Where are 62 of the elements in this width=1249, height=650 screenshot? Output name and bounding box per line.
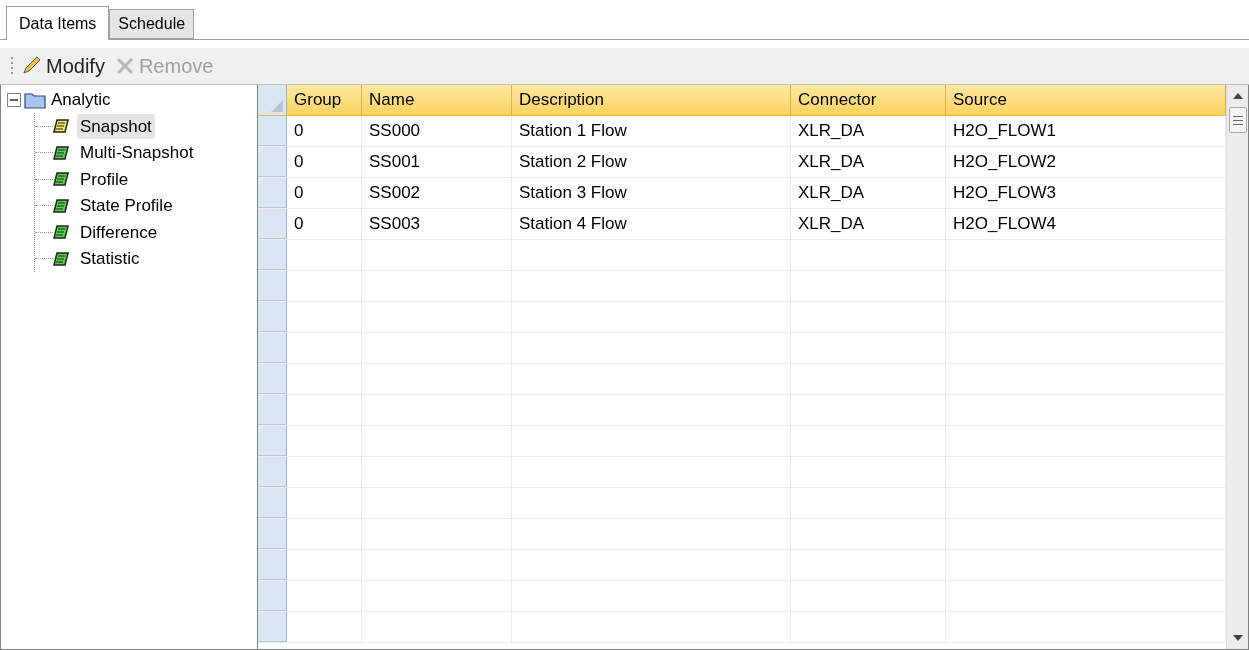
scroll-icon [53, 251, 69, 266]
row-header[interactable] [258, 147, 287, 177]
table-cell: SS000 [362, 116, 512, 146]
row-header[interactable] [258, 116, 287, 146]
collapse-toggle-icon[interactable] [7, 93, 21, 107]
table-cell: 0 [287, 116, 362, 146]
table-cell: XLR_DA [791, 209, 946, 239]
scroll-icon [53, 172, 69, 187]
row-header[interactable] [258, 333, 287, 363]
tab[interactable]: Schedule [109, 9, 195, 39]
row-header[interactable] [258, 519, 287, 549]
folder-icon [24, 91, 46, 109]
row-header[interactable] [258, 240, 287, 270]
table-cell: XLR_DA [791, 147, 946, 177]
table-cell: 0 [287, 147, 362, 177]
row-header[interactable] [258, 395, 287, 425]
grip-icon [10, 55, 14, 77]
tree-item[interactable]: Difference [77, 219, 161, 245]
tree-item[interactable]: Multi-Snapshot [77, 140, 197, 166]
row-header[interactable] [258, 550, 287, 580]
column-header[interactable]: Group [287, 85, 362, 115]
table-cell: XLR_DA [791, 178, 946, 208]
scroll-icon [53, 225, 69, 240]
table-cell: Station 4 Flow [512, 209, 791, 239]
table-cell: SS003 [362, 209, 512, 239]
column-header[interactable]: Name [362, 85, 512, 115]
table-cell: 0 [287, 178, 362, 208]
row-header[interactable] [258, 457, 287, 487]
scroll-thumb-icon[interactable] [1228, 107, 1247, 133]
pencil-icon [20, 55, 42, 77]
table-cell: SS002 [362, 178, 512, 208]
row-header[interactable] [258, 581, 287, 611]
scroll-icon [53, 145, 69, 160]
column-header[interactable]: Description [512, 85, 791, 115]
tree-item[interactable]: State Profile [77, 193, 176, 219]
scroll-up-icon[interactable] [1232, 93, 1243, 99]
tree-item[interactable]: Snapshot [77, 113, 155, 139]
table-cell: XLR_DA [791, 116, 946, 146]
column-header[interactable]: Connector [791, 85, 946, 115]
scroll-down-icon[interactable] [1232, 635, 1243, 641]
row-header[interactable] [258, 488, 287, 518]
scroll-icon [53, 198, 69, 213]
row-header[interactable] [258, 178, 287, 208]
table-cell: Station 3 Flow [512, 178, 791, 208]
tab[interactable]: Data Items [6, 6, 110, 40]
row-header[interactable] [258, 364, 287, 394]
table-cell: Station 2 Flow [512, 147, 791, 177]
sort-triangle-icon [271, 100, 283, 112]
tree-item[interactable]: Statistic [77, 246, 143, 272]
row-header[interactable] [258, 209, 287, 239]
table-cell: 0 [287, 209, 362, 239]
tree-item[interactable]: Profile [77, 166, 132, 192]
scroll-icon [53, 119, 69, 134]
row-header[interactable] [258, 302, 287, 332]
row-header[interactable] [258, 271, 287, 301]
toolbar-button[interactable]: Modify [16, 51, 109, 81]
row-header[interactable] [258, 426, 287, 456]
close-icon [114, 56, 135, 76]
tree-item[interactable]: Analytic [49, 87, 113, 113]
row-header[interactable] [258, 612, 287, 642]
table-cell: Station 1 Flow [512, 116, 791, 146]
table-cell: SS001 [362, 147, 512, 177]
